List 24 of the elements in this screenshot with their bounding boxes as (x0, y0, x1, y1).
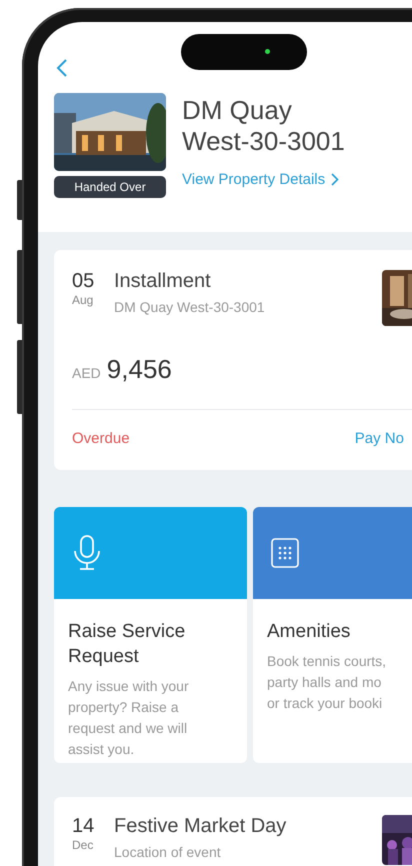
currency-label: AED (72, 365, 101, 381)
chevron-right-icon (331, 173, 340, 186)
back-icon[interactable] (56, 58, 68, 78)
service-card[interactable]: Amenities Book tennis courts, party halls and mo or track your booki (253, 507, 412, 763)
payment-subtitle: DM Quay West-30-3001 (114, 299, 266, 315)
microphone-icon (72, 535, 102, 571)
event-location: Location of event (114, 844, 222, 860)
event-title: Festive Market Day (114, 815, 288, 838)
service-title: Raise Service Request (68, 620, 186, 669)
month-label: Aug (72, 293, 94, 307)
payment-status: Overdue (72, 430, 130, 447)
property-title: DM Quay West-30-3001 (182, 95, 346, 157)
day-number: 05 (72, 270, 96, 293)
month-label: Dec (72, 838, 94, 852)
payment-title: Installment (114, 270, 212, 293)
service-description: Book tennis courts, party halls and mo or track your booki (267, 652, 388, 713)
status-badge: Handed Over (54, 176, 166, 198)
day-number: 14 (72, 815, 96, 838)
amount-value: 9,456 (106, 354, 172, 385)
service-title: Amenities (267, 620, 352, 644)
event-card[interactable]: 14 Dec Festive Market Day Location of event (54, 797, 412, 866)
service-card[interactable]: Raise Service Request Any issue with your property? Raise a request and we will assist you. (54, 507, 247, 763)
service-description: Any issue with your property? Raise a request and we will assist you. (68, 677, 190, 759)
grid-icon (271, 538, 299, 568)
